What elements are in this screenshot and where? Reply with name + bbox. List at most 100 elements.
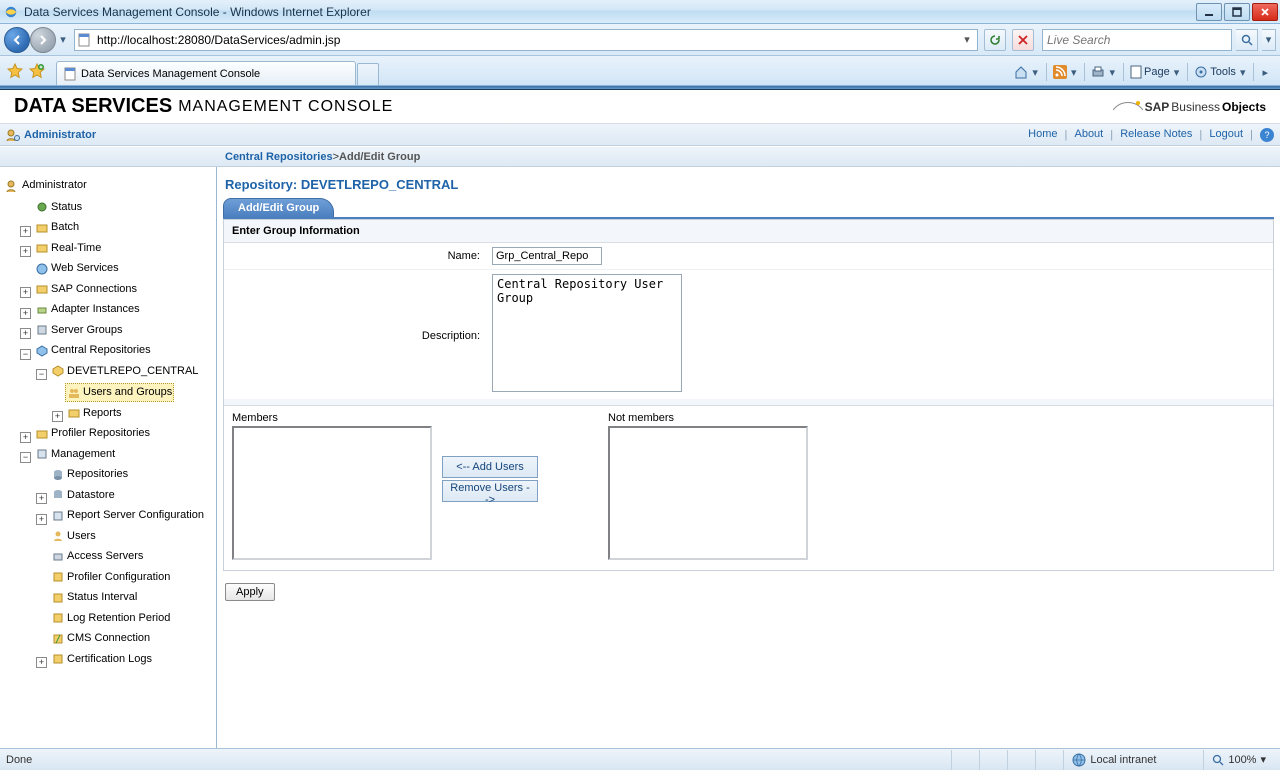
section-header: Enter Group Information bbox=[224, 220, 1273, 243]
search-button[interactable] bbox=[1236, 29, 1258, 51]
brand-prefix: SAP bbox=[1145, 100, 1170, 114]
nav-history-dropdown[interactable]: ▾ bbox=[56, 29, 70, 51]
expand-toggle[interactable]: + bbox=[20, 308, 31, 319]
tab-add-edit-group[interactable]: Add/Edit Group bbox=[223, 198, 334, 217]
link-release-notes[interactable]: Release Notes bbox=[1116, 128, 1196, 140]
app-container: DATA SERVICES MANAGEMENT CONSOLE SAP Bus… bbox=[0, 90, 1280, 748]
description-label: Description: bbox=[232, 274, 492, 342]
tools-menu[interactable]: Tools▾ bbox=[1194, 65, 1247, 79]
home-menu[interactable]: ▾ bbox=[1014, 65, 1040, 79]
tree-usersgroups[interactable]: Users and Groups bbox=[83, 384, 172, 401]
repo-node-icon bbox=[51, 364, 65, 378]
forward-button[interactable] bbox=[30, 27, 56, 53]
collapse-toggle[interactable]: − bbox=[20, 452, 31, 463]
search-box[interactable] bbox=[1042, 29, 1232, 51]
tree-realtime[interactable]: Real-Time bbox=[51, 240, 101, 257]
print-menu[interactable]: ▾ bbox=[1091, 65, 1117, 79]
expand-toggle[interactable]: + bbox=[36, 514, 47, 525]
add-favorites-icon[interactable] bbox=[29, 63, 45, 79]
top-links: Home | About | Release Notes | Logout | … bbox=[1024, 128, 1274, 142]
breadcrumb-current: Add/Edit Group bbox=[339, 151, 420, 163]
ie-logo-icon bbox=[4, 5, 18, 19]
tree-centralrepos[interactable]: Central Repositories bbox=[51, 342, 151, 359]
app-title-main: DATA SERVICES bbox=[14, 95, 172, 118]
tree-servergroups[interactable]: Server Groups bbox=[51, 322, 123, 339]
url-input[interactable] bbox=[95, 31, 959, 49]
feeds-menu[interactable]: ▾ bbox=[1053, 65, 1079, 79]
refresh-button[interactable] bbox=[984, 29, 1006, 51]
members-listbox[interactable] bbox=[232, 426, 432, 560]
collapse-toggle[interactable]: − bbox=[20, 349, 31, 360]
chevron-right-icon[interactable]: ▸ bbox=[1260, 66, 1270, 79]
tree-accessservers[interactable]: Access Servers bbox=[67, 548, 143, 565]
browser-tab-active[interactable]: Data Services Management Console bbox=[56, 61, 356, 85]
brand-logo: SAP Business Objects bbox=[1113, 100, 1266, 114]
search-dropdown[interactable]: ▾ bbox=[1262, 29, 1276, 51]
link-home[interactable]: Home bbox=[1024, 128, 1061, 140]
tree-webservices[interactable]: Web Services bbox=[51, 260, 119, 277]
tree-adapter[interactable]: Adapter Instances bbox=[51, 301, 140, 318]
page-menu[interactable]: Page▾ bbox=[1130, 65, 1181, 79]
remove-users-button[interactable]: Remove Users --> bbox=[442, 480, 538, 502]
users-icon bbox=[51, 529, 65, 543]
db-icon bbox=[51, 468, 65, 482]
tree-sapconn[interactable]: SAP Connections bbox=[51, 281, 137, 298]
admin-label: Administrator bbox=[24, 129, 96, 141]
link-logout[interactable]: Logout bbox=[1205, 128, 1247, 140]
zone-cell: Local intranet bbox=[1063, 750, 1203, 770]
back-button[interactable] bbox=[4, 27, 30, 53]
tree-users[interactable]: Users bbox=[67, 528, 96, 545]
log-icon bbox=[51, 611, 65, 625]
stop-button[interactable] bbox=[1012, 29, 1034, 51]
expand-toggle[interactable]: + bbox=[20, 246, 31, 257]
group-name-input[interactable] bbox=[492, 247, 602, 265]
expand-toggle[interactable]: + bbox=[20, 287, 31, 298]
not-members-label: Not members bbox=[608, 412, 808, 424]
close-button[interactable] bbox=[1252, 3, 1278, 21]
breadcrumb-root[interactable]: Central Repositories bbox=[225, 151, 333, 163]
db-icon bbox=[51, 488, 65, 502]
group-description-input[interactable]: Central Repository User Group bbox=[492, 274, 682, 392]
expand-toggle[interactable]: + bbox=[20, 328, 31, 339]
tree-devetl[interactable]: DEVETLREPO_CENTRAL bbox=[67, 363, 198, 380]
minimize-button[interactable] bbox=[1196, 3, 1222, 21]
tree-certlogs[interactable]: Certification Logs bbox=[67, 651, 152, 668]
zoom-cell[interactable]: 100% ▾ bbox=[1203, 750, 1274, 770]
tree-datastore[interactable]: Datastore bbox=[67, 487, 115, 504]
collapse-toggle[interactable]: − bbox=[36, 369, 47, 380]
tree-root[interactable]: Administrator bbox=[22, 177, 87, 194]
tree-status[interactable]: Status bbox=[51, 199, 82, 216]
favorites-star-icon[interactable] bbox=[7, 63, 23, 79]
url-dropdown-icon[interactable]: ▾ bbox=[959, 33, 975, 46]
link-about[interactable]: About bbox=[1070, 128, 1107, 140]
expand-toggle[interactable]: + bbox=[36, 657, 47, 668]
status-cell bbox=[1007, 750, 1035, 770]
apply-button[interactable]: Apply bbox=[225, 583, 275, 601]
help-icon[interactable]: ? bbox=[1260, 128, 1274, 142]
new-tab-button[interactable] bbox=[357, 63, 379, 85]
expand-toggle[interactable]: + bbox=[36, 493, 47, 504]
tree-batch[interactable]: Batch bbox=[51, 219, 79, 236]
search-input[interactable] bbox=[1043, 33, 1231, 47]
tree-logretention[interactable]: Log Retention Period bbox=[67, 610, 170, 627]
tree-statusinterval[interactable]: Status Interval bbox=[67, 589, 137, 606]
profiler-icon bbox=[35, 427, 49, 441]
tree-profiler[interactable]: Profiler Repositories bbox=[51, 425, 150, 442]
expand-toggle[interactable]: + bbox=[20, 226, 31, 237]
expand-toggle[interactable]: + bbox=[52, 411, 63, 422]
tree-management[interactable]: Management bbox=[51, 446, 115, 463]
not-members-listbox[interactable] bbox=[608, 426, 808, 560]
address-bar[interactable]: ▾ bbox=[74, 29, 978, 51]
tree-reportserver[interactable]: Report Server Configuration bbox=[67, 507, 204, 524]
add-users-button[interactable]: <-- Add Users bbox=[442, 456, 538, 478]
zoom-text: 100% bbox=[1228, 754, 1256, 766]
maximize-button[interactable] bbox=[1224, 3, 1250, 21]
expand-toggle[interactable]: + bbox=[20, 432, 31, 443]
tree-reports[interactable]: Reports bbox=[83, 405, 122, 422]
chevron-down-icon[interactable]: ▾ bbox=[1260, 753, 1266, 766]
server-icon bbox=[51, 550, 65, 564]
status-bar: Done Local intranet 100% ▾ bbox=[0, 748, 1280, 770]
tree-cmsconn[interactable]: CMS Connection bbox=[67, 630, 150, 647]
tree-profilercfg[interactable]: Profiler Configuration bbox=[67, 569, 170, 586]
tree-repositories[interactable]: Repositories bbox=[67, 466, 128, 483]
